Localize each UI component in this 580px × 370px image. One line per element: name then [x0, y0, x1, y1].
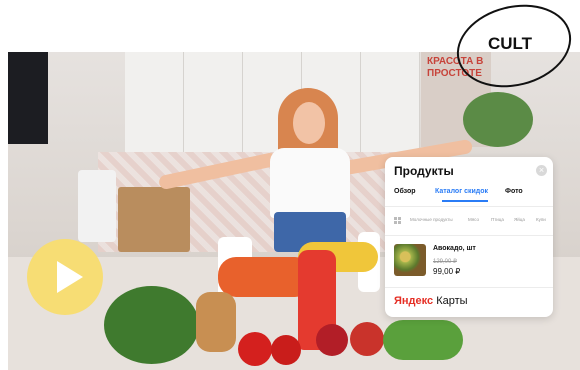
girl-shirt [270, 148, 350, 218]
tab-photo[interactable]: Фото [505, 188, 523, 195]
tv-screen [8, 52, 48, 144]
broccoli [104, 286, 199, 364]
category-eggs[interactable]: Яйца [514, 217, 525, 222]
tab-discount-catalog[interactable]: Каталог скидок [435, 188, 488, 195]
cabinet [361, 52, 420, 152]
apple [350, 322, 384, 356]
tomato [238, 332, 272, 366]
category-poultry[interactable]: Птица [491, 217, 504, 222]
play-button[interactable] [27, 239, 103, 315]
girl-face [293, 102, 325, 144]
category-dairy[interactable]: Молочные продукты [410, 217, 453, 222]
yandex-maps-logo[interactable]: Яндекс Карты [394, 295, 468, 307]
active-tab-underline [442, 200, 488, 202]
brand-yandex: Яндекс [394, 295, 434, 307]
category-bar: Молочные продукты Мясо Птица Яйца Купи [394, 217, 550, 227]
tab-overview[interactable]: Обзор [394, 188, 416, 195]
product-card: Продукты × Обзор Каталог скидок Фото Мол… [385, 157, 553, 317]
product-old-price: 129,00 ₽ [433, 259, 457, 265]
paper-bag [118, 187, 190, 252]
avocado-image[interactable] [394, 244, 426, 276]
divider [385, 206, 553, 207]
category-buy[interactable]: Купи [536, 217, 546, 222]
product-name[interactable]: Авокадо, шт [433, 245, 476, 252]
cabinet [125, 52, 184, 152]
product-price: 99,00 ₽ [433, 267, 461, 276]
brand-maps: Карты [436, 295, 468, 307]
lettuce [383, 320, 463, 360]
towel [78, 170, 116, 242]
category-meat[interactable]: Мясо [468, 217, 479, 222]
grid-icon[interactable] [394, 217, 401, 224]
plant [463, 92, 533, 147]
close-icon[interactable]: × [536, 165, 547, 176]
pomegranate [316, 324, 348, 356]
logo-text: CULT [488, 34, 533, 53]
divider [385, 287, 553, 288]
cabinet [184, 52, 243, 152]
divider [385, 235, 553, 236]
bread [196, 292, 236, 352]
tomato [271, 335, 301, 365]
play-icon [57, 261, 83, 293]
card-title: Продукты [394, 164, 454, 178]
